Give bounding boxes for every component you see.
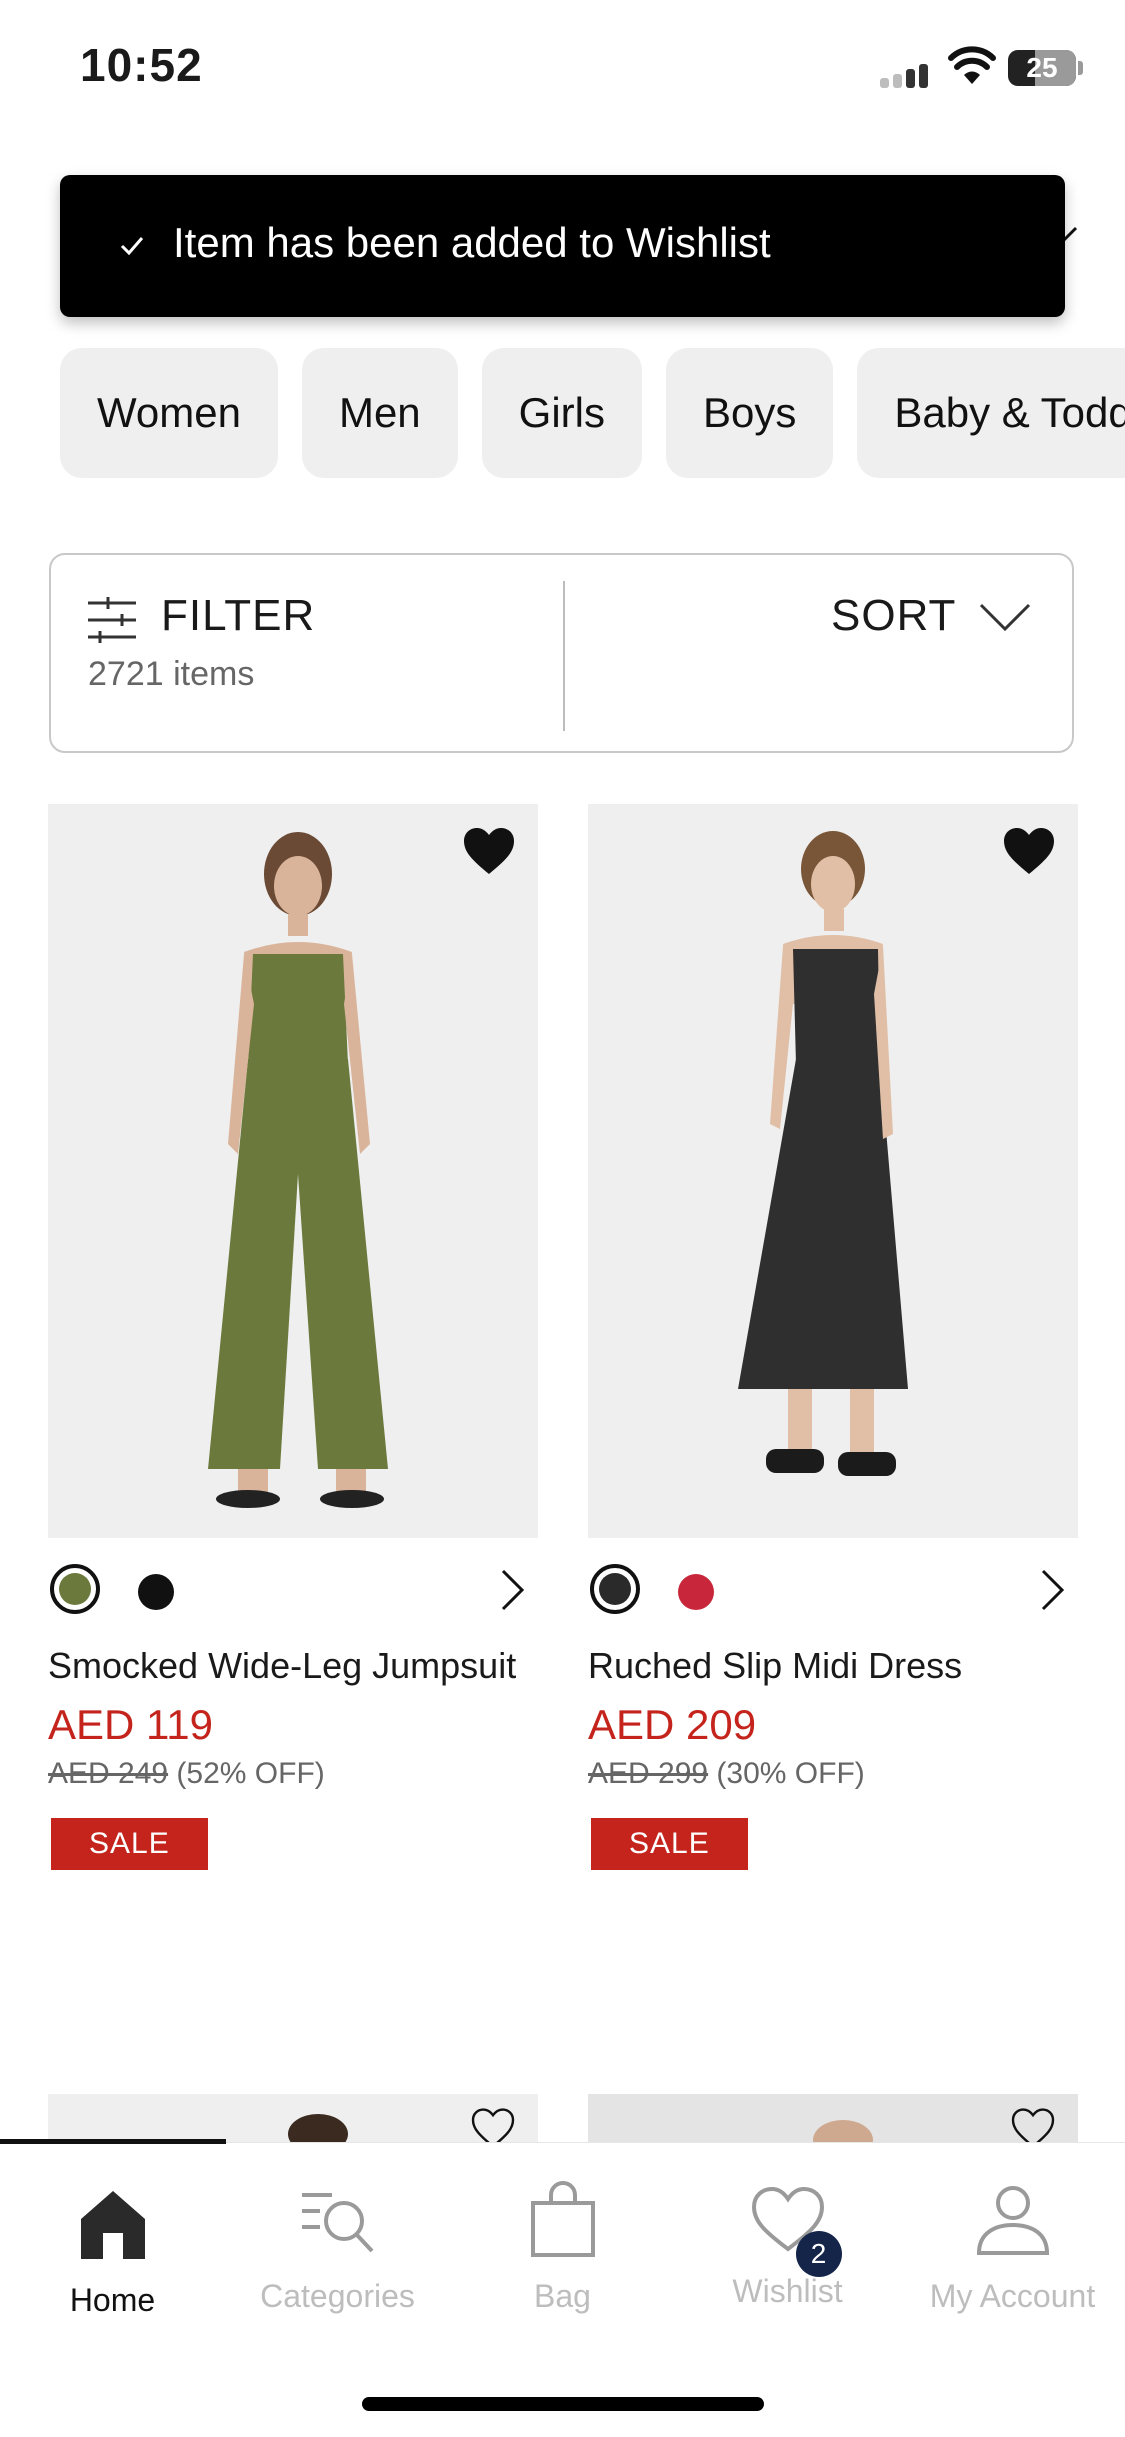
- category-chip-baby-toddler[interactable]: Baby & Toddler: [857, 348, 1125, 478]
- nav-home[interactable]: Home: [0, 2183, 225, 2319]
- categories-search-icon: [301, 2193, 373, 2253]
- active-tab-indicator: [0, 2139, 226, 2144]
- wifi-icon: [948, 46, 996, 84]
- product-photo-dress: [588, 804, 1078, 1538]
- sale-price: AED 119: [48, 1701, 213, 1748]
- color-swatch-selected[interactable]: [590, 1564, 640, 1614]
- category-chip-men[interactable]: Men: [301, 348, 458, 478]
- product-photo-partial: [813, 2120, 873, 2144]
- chevron-right-icon[interactable]: [500, 1568, 526, 1612]
- nav-my-account[interactable]: My Account: [900, 2179, 1125, 2315]
- status-bar: 10:52 25: [0, 0, 1125, 140]
- check-icon: [120, 237, 144, 256]
- original-price: AED 299: [588, 1757, 709, 1790]
- discount-percent: (30% OFF): [716, 1757, 865, 1790]
- product-image[interactable]: [588, 804, 1078, 1538]
- nav-label: Wishlist: [732, 2273, 843, 2309]
- product-photo-jumpsuit: [48, 804, 538, 1538]
- sort-button[interactable]: SORT: [831, 591, 956, 641]
- wishlist-heart-icon[interactable]: [1002, 826, 1056, 876]
- filter-button[interactable]: FILTER: [161, 591, 315, 641]
- battery-level: 25: [1026, 52, 1058, 83]
- color-swatches: [588, 1538, 1078, 1638]
- product-card[interactable]: Smocked Wide-Leg Jumpsuit AED 119 AED 24…: [48, 804, 538, 1870]
- product-name[interactable]: Smocked Wide-Leg Jumpsuit: [48, 1642, 538, 1690]
- battery-tip: [1078, 61, 1083, 75]
- nav-label: Home: [69, 2282, 156, 2318]
- wishlist-heart-icon[interactable]: [462, 826, 516, 876]
- item-count: 2721 items: [88, 655, 255, 693]
- product-image[interactable]: [48, 804, 538, 1538]
- discount-percent: (52% OFF): [176, 1757, 325, 1790]
- category-chip-boys[interactable]: Boys: [665, 348, 834, 478]
- wishlist-heart-outline-icon[interactable]: [1010, 2108, 1056, 2144]
- product-card-partial[interactable]: [48, 2094, 538, 2144]
- product-card-partial[interactable]: [588, 2094, 1078, 2144]
- sale-price: AED 209: [588, 1701, 757, 1748]
- color-swatch[interactable]: [138, 1574, 174, 1610]
- toast-message: Item has been added to Wishlist: [173, 219, 771, 266]
- home-icon: [80, 2191, 145, 2259]
- sale-badge: SALE: [591, 1818, 748, 1870]
- category-chip-women[interactable]: Women: [60, 348, 278, 478]
- home-indicator[interactable]: [362, 2397, 764, 2411]
- product-card[interactable]: Ruched Slip Midi Dress AED 209 AED 299 (…: [588, 804, 1078, 1870]
- original-price-row: AED 249 (52% OFF): [48, 1754, 538, 1794]
- battery-icon: 25: [1008, 50, 1076, 86]
- nav-categories[interactable]: Categories: [225, 2179, 450, 2315]
- bottom-navigation: Home Categories Bag 2 Wishlist My Accoun…: [0, 2139, 1125, 2437]
- original-price: AED 249: [48, 1757, 169, 1790]
- category-chip-girls[interactable]: Girls: [481, 348, 642, 478]
- chevron-down-icon[interactable]: [979, 601, 1031, 633]
- sale-badge: SALE: [51, 1818, 208, 1870]
- account-icon: [976, 2186, 1049, 2255]
- cellular-signal-icon: [880, 58, 932, 88]
- bag-icon: [530, 2181, 595, 2257]
- color-swatches: [48, 1538, 538, 1638]
- filter-sort-bar: FILTER 2721 items SORT: [49, 553, 1074, 753]
- chevron-right-icon[interactable]: [1040, 1568, 1066, 1612]
- color-swatch-selected[interactable]: [50, 1564, 100, 1614]
- product-photo-partial: [288, 2114, 348, 2144]
- category-chips: WomenMenGirlsBoysBaby & Toddler: [60, 348, 1125, 478]
- color-swatch[interactable]: [678, 1574, 714, 1610]
- filter-sliders-icon[interactable]: [86, 595, 138, 645]
- wishlist-toast: Item has been added to Wishlist: [60, 175, 1065, 317]
- wishlist-count-badge: 2: [795, 2231, 842, 2277]
- product-name[interactable]: Ruched Slip Midi Dress: [588, 1642, 1078, 1690]
- nav-wishlist[interactable]: 2 Wishlist: [675, 2179, 900, 2310]
- nav-label: My Account: [929, 2278, 1096, 2314]
- wishlist-heart-outline-icon[interactable]: [470, 2108, 516, 2144]
- filter-sort-divider: [563, 581, 565, 731]
- heart-icon-wrap: 2: [748, 2179, 842, 2277]
- nav-label: Bag: [534, 2278, 591, 2314]
- original-price-row: AED 299 (30% OFF): [588, 1754, 1078, 1794]
- nav-bag[interactable]: Bag: [450, 2179, 675, 2315]
- status-time: 10:52: [80, 39, 203, 91]
- nav-label: Categories: [260, 2278, 415, 2314]
